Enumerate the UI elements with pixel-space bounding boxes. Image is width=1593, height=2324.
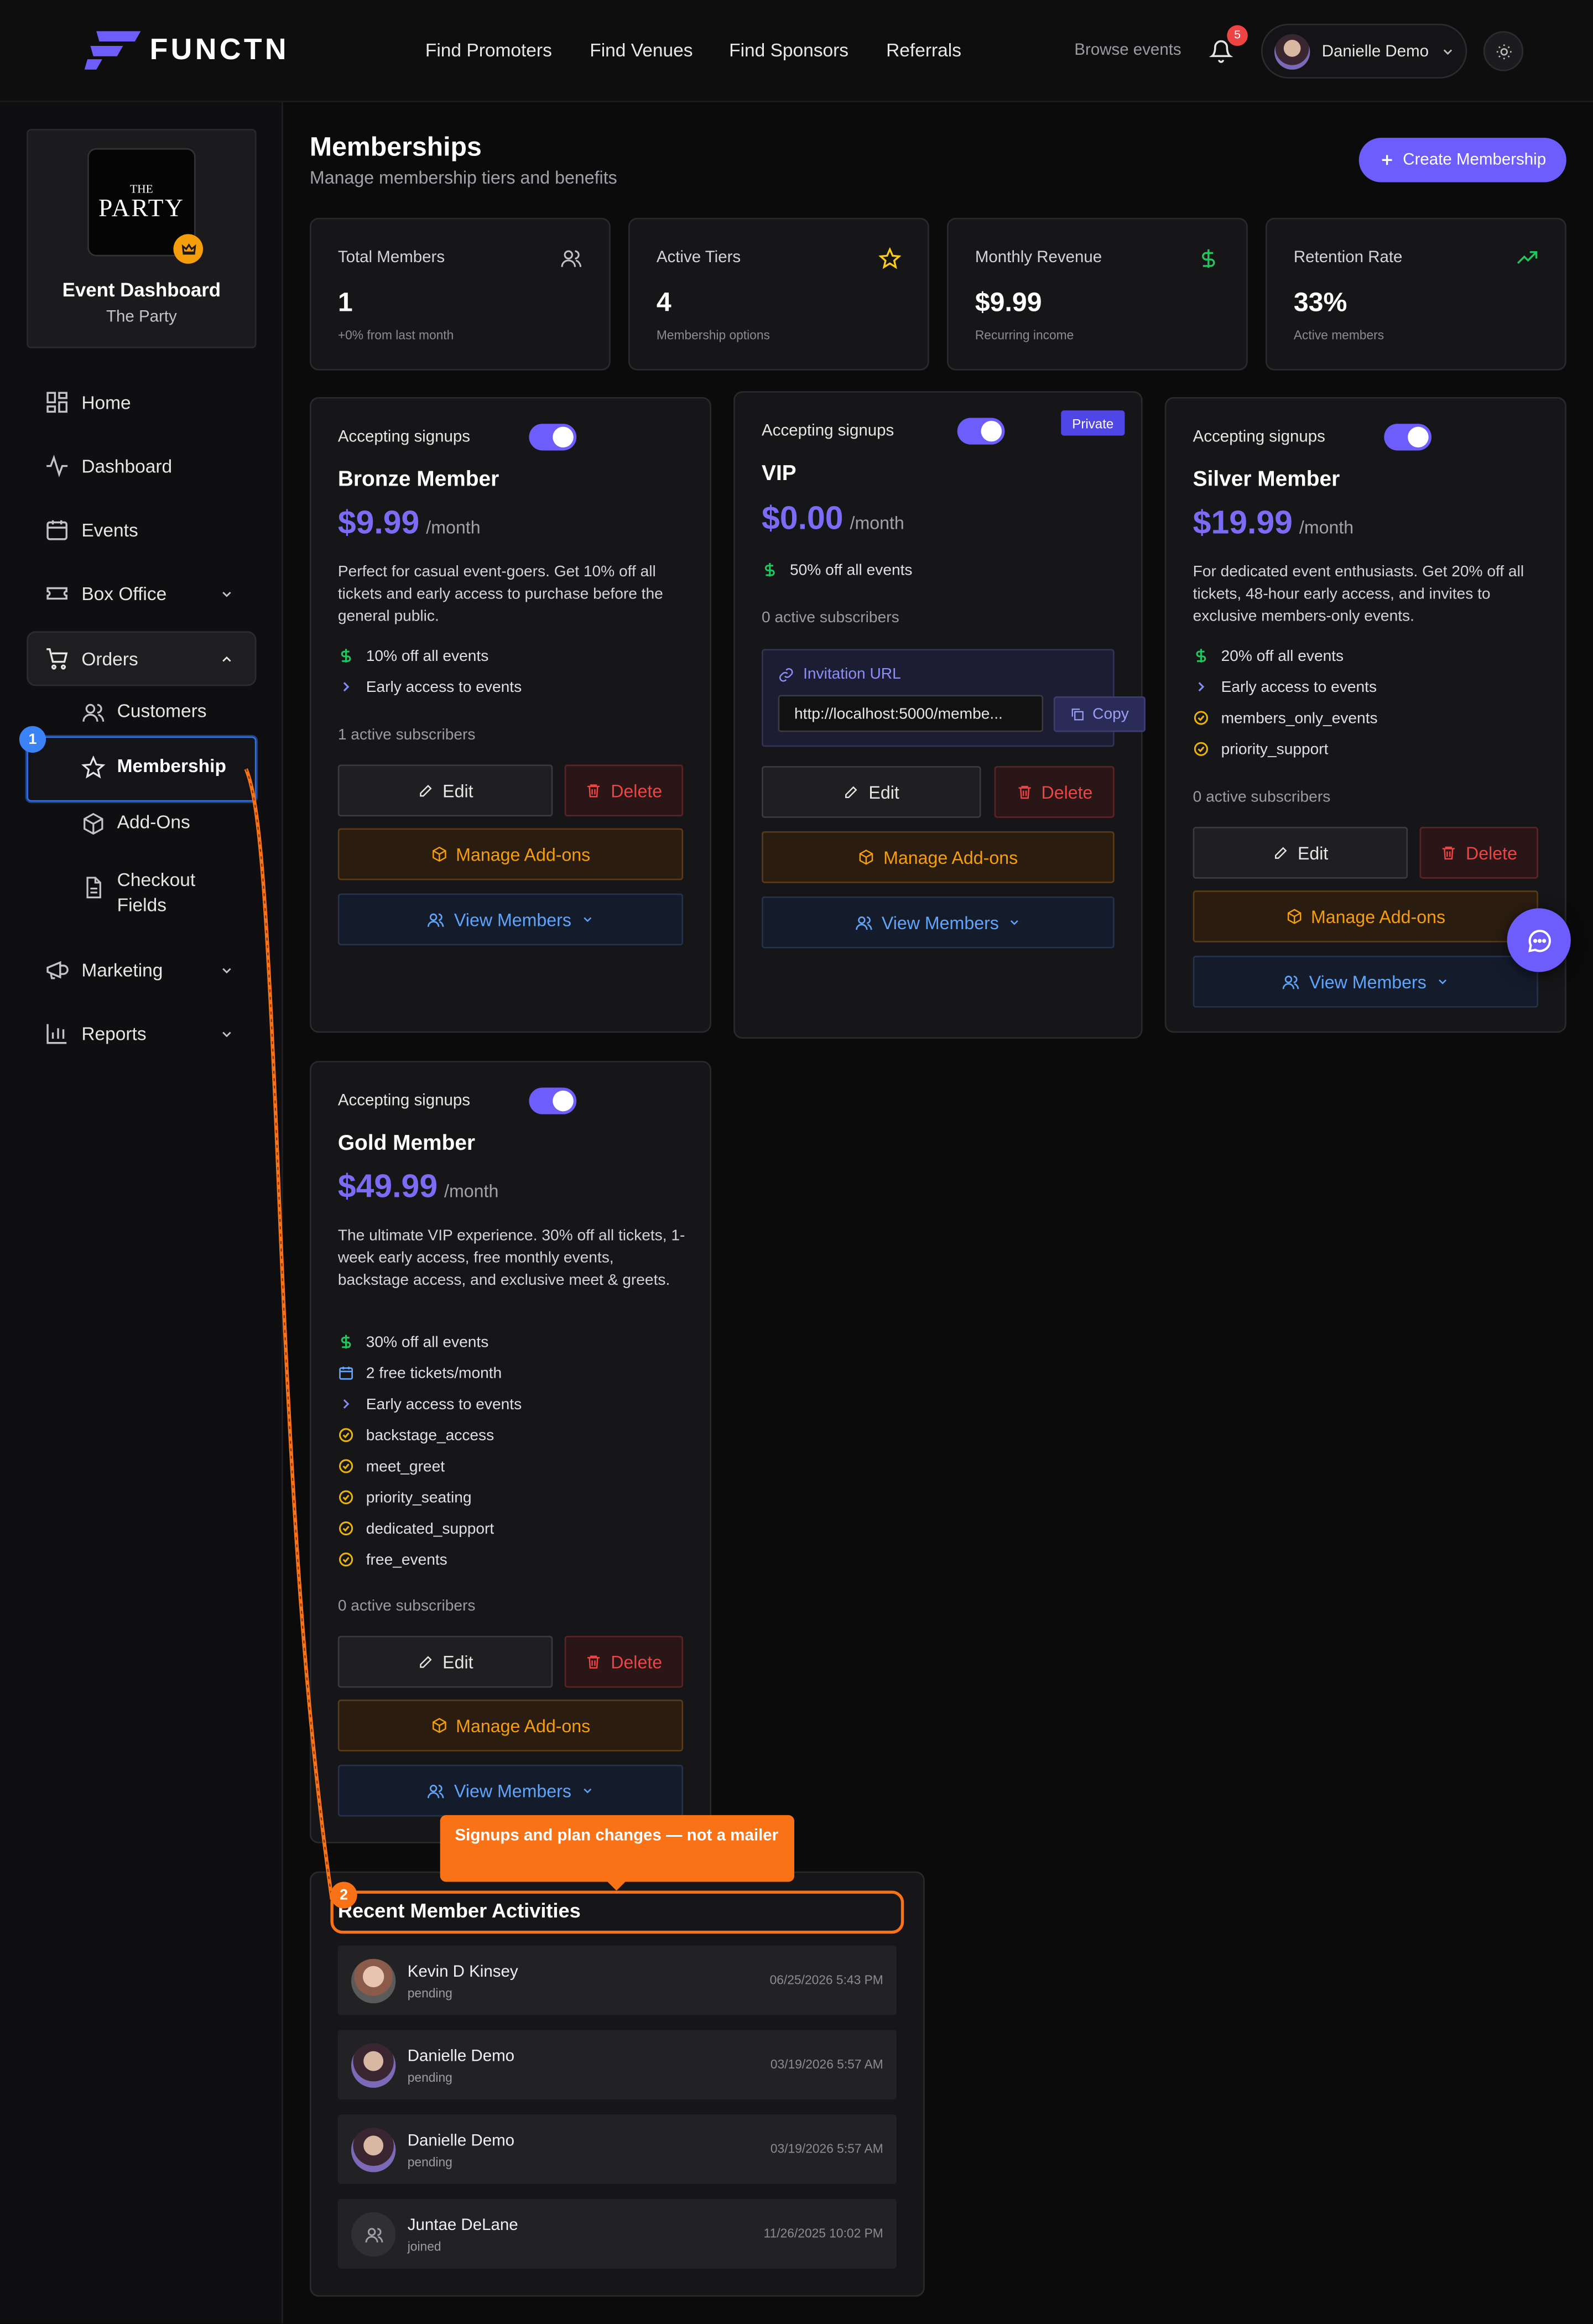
step-badge-2: 2 (330, 1882, 357, 1909)
annotation-callout: Signups and plan changes — not a mailer (440, 1815, 794, 1891)
annotation-arrow (244, 768, 334, 1900)
step-badge-1: 1 (19, 726, 46, 753)
